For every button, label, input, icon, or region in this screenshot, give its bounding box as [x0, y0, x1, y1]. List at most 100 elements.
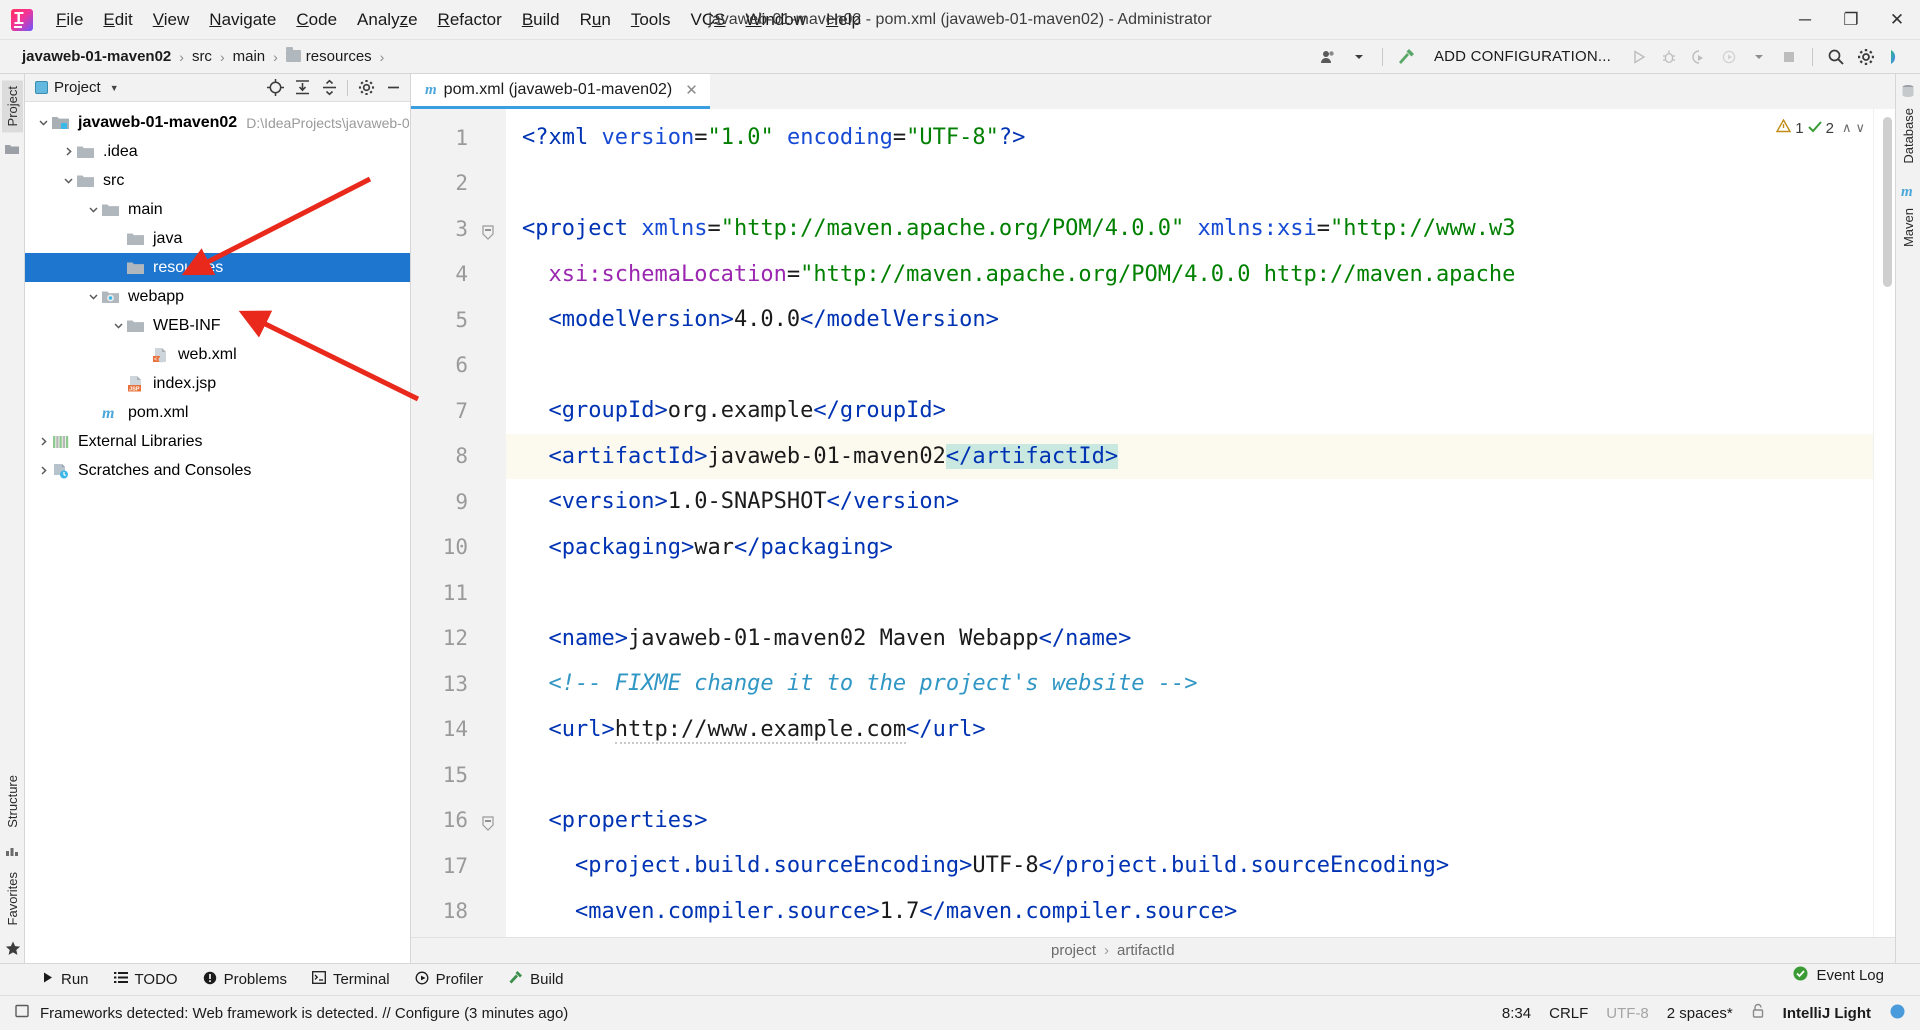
chevron-down-icon[interactable]	[85, 204, 102, 215]
code-line[interactable]: <url>http://www.example.com</url>	[506, 707, 1873, 753]
code-line[interactable]: <packaging>war</packaging>	[506, 525, 1873, 571]
line-number[interactable]: 3	[411, 206, 506, 252]
bottom-tool-problems[interactable]: Problems	[192, 968, 298, 992]
menu-run[interactable]: Run	[570, 7, 621, 33]
add-configuration-button[interactable]: ADD CONFIGURATION...	[1422, 48, 1623, 65]
tree-node-src[interactable]: src	[25, 166, 410, 195]
tree-node-pom-xml[interactable]: m pom.xml	[25, 398, 410, 427]
line-number[interactable]: 11	[411, 570, 506, 616]
chevron-down-icon[interactable]	[35, 117, 52, 128]
read-only-lock-icon[interactable]	[1751, 1003, 1765, 1023]
menu-vcs[interactable]: VCS	[681, 7, 736, 33]
menu-file[interactable]: File	[46, 7, 93, 33]
project-panel-title[interactable]: Project ▼	[35, 79, 119, 96]
code-line[interactable]	[506, 343, 1873, 389]
line-number[interactable]: 9	[411, 479, 506, 525]
menu-tools[interactable]: Tools	[621, 7, 681, 33]
tree-node-index-jsp[interactable]: JSP index.jsp	[25, 369, 410, 398]
rail-tab-project[interactable]: Project	[1, 80, 23, 133]
build-hammer-icon[interactable]	[1392, 44, 1420, 70]
chevron-down-icon[interactable]	[1345, 44, 1373, 70]
status-message[interactable]: Frameworks detected: Web framework is de…	[40, 1005, 568, 1022]
chevron-down-icon[interactable]	[85, 291, 102, 302]
code-line[interactable]: <properties>	[506, 798, 1873, 844]
line-number[interactable]: 2	[411, 161, 506, 207]
debug-icon[interactable]	[1655, 44, 1683, 70]
chevron-down-icon[interactable]: ▼	[110, 83, 119, 93]
caret-position[interactable]: 8:34	[1502, 1005, 1531, 1022]
code-line[interactable]	[506, 161, 1873, 207]
bottom-tool-run[interactable]: Run	[30, 968, 100, 991]
hide-panel-icon[interactable]	[380, 76, 406, 100]
menu-analyze[interactable]: Analyze	[347, 7, 428, 33]
vertical-scrollbar-thumb[interactable]	[1883, 117, 1892, 287]
rail-tab-favorites[interactable]: Favorites	[2, 866, 23, 931]
code-line[interactable]: <name>javaweb-01-maven02 Maven Webapp</n…	[506, 616, 1873, 662]
settings-gear-icon[interactable]	[1852, 44, 1880, 70]
bottom-tool-terminal[interactable]: Terminal	[301, 968, 401, 991]
menu-help[interactable]: Help	[816, 7, 871, 33]
code-content[interactable]: <?xml version="1.0" encoding="UTF-8"?> <p…	[506, 109, 1873, 937]
menu-navigate[interactable]: Navigate	[199, 7, 286, 33]
menu-view[interactable]: View	[143, 7, 200, 33]
menu-build[interactable]: Build	[512, 7, 570, 33]
inspection-widget[interactable]: 1 2 ∧ ∨	[1772, 117, 1869, 139]
code-line[interactable]	[506, 570, 1873, 616]
next-highlight-icon[interactable]: ∨	[1855, 120, 1865, 136]
run-icon[interactable]	[1625, 44, 1653, 70]
file-encoding[interactable]: UTF-8	[1606, 1005, 1649, 1022]
line-number[interactable]: 10	[411, 525, 506, 571]
breadcrumb-main[interactable]: main	[229, 46, 270, 67]
code-line[interactable]: <maven.compiler.source>1.7</maven.compil…	[506, 889, 1873, 935]
code-line[interactable]: <!-- FIXME change it to the project's we…	[506, 661, 1873, 707]
ide-assistant-icon[interactable]	[1882, 44, 1910, 70]
editor-scrollbar-gutter[interactable]	[1873, 109, 1895, 937]
line-number[interactable]: 6	[411, 343, 506, 389]
chevron-right-icon[interactable]	[35, 465, 52, 476]
event-log-widget[interactable]: Event Log	[1792, 965, 1884, 986]
menu-edit[interactable]: Edit	[93, 7, 142, 33]
profile-icon[interactable]	[1715, 44, 1743, 70]
breadcrumb-project[interactable]: javaweb-01-maven02	[18, 46, 175, 67]
chevron-right-icon[interactable]	[60, 146, 77, 157]
line-number[interactable]: 15	[411, 752, 506, 798]
close-icon[interactable]: ✕	[685, 81, 698, 99]
code-line[interactable]: <artifactId>javaweb-01-maven02</artifact…	[506, 433, 1873, 479]
previous-highlight-icon[interactable]: ∧	[1842, 120, 1852, 136]
collapse-all-icon[interactable]	[316, 76, 342, 100]
bottom-tool-build[interactable]: Build	[497, 967, 574, 992]
line-number[interactable]: 13	[411, 661, 506, 707]
tree-node-external-libraries[interactable]: External Libraries	[25, 427, 410, 456]
line-number[interactable]: 12	[411, 616, 506, 662]
breadcrumb-element-artifactid[interactable]: artifactId	[1117, 942, 1175, 959]
code-line[interactable]: <project.build.sourceEncoding>UTF-8</pro…	[506, 843, 1873, 889]
line-number[interactable]: 14	[411, 707, 506, 753]
breadcrumb-src[interactable]: src	[188, 46, 216, 67]
select-opened-file-icon[interactable]	[262, 76, 288, 100]
menu-window[interactable]: Window	[736, 7, 816, 33]
line-number[interactable]: 5	[411, 297, 506, 343]
dropdown-icon[interactable]	[1745, 44, 1773, 70]
search-icon[interactable]	[1822, 44, 1850, 70]
breadcrumb-element-project[interactable]: project	[1051, 942, 1096, 959]
menu-code[interactable]: Code	[286, 7, 347, 33]
tree-node-java[interactable]: java	[25, 224, 410, 253]
tree-node-webapp[interactable]: webapp	[25, 282, 410, 311]
chevron-down-icon[interactable]	[60, 175, 77, 186]
rail-tab-structure[interactable]: Structure	[2, 769, 23, 834]
tree-node-main[interactable]: main	[25, 195, 410, 224]
editor-tab-pom-xml[interactable]: m pom.xml (javaweb-01-maven02) ✕	[411, 74, 710, 109]
code-line[interactable]: xsi:schemaLocation="http://maven.apache.…	[506, 252, 1873, 298]
bottom-tool-profiler[interactable]: Profiler	[404, 968, 495, 992]
code-fold-icon[interactable]	[481, 222, 495, 240]
tree-node-web-xml[interactable]: < web.xml	[25, 340, 410, 369]
maximize-button[interactable]: ❐	[1828, 0, 1874, 40]
code-line[interactable]: <?xml version="1.0" encoding="UTF-8"?>	[506, 115, 1873, 161]
line-number[interactable]: 7	[411, 388, 506, 434]
expand-all-icon[interactable]	[289, 76, 315, 100]
stop-icon[interactable]	[1775, 44, 1803, 70]
tree-node-javaweb-01-maven02[interactable]: javaweb-01-maven02 D:\IdeaProjects\javawe…	[25, 108, 410, 137]
line-number[interactable]: 17	[411, 843, 506, 889]
line-number[interactable]: 1	[411, 115, 506, 161]
menu-refactor[interactable]: Refactor	[428, 7, 512, 33]
